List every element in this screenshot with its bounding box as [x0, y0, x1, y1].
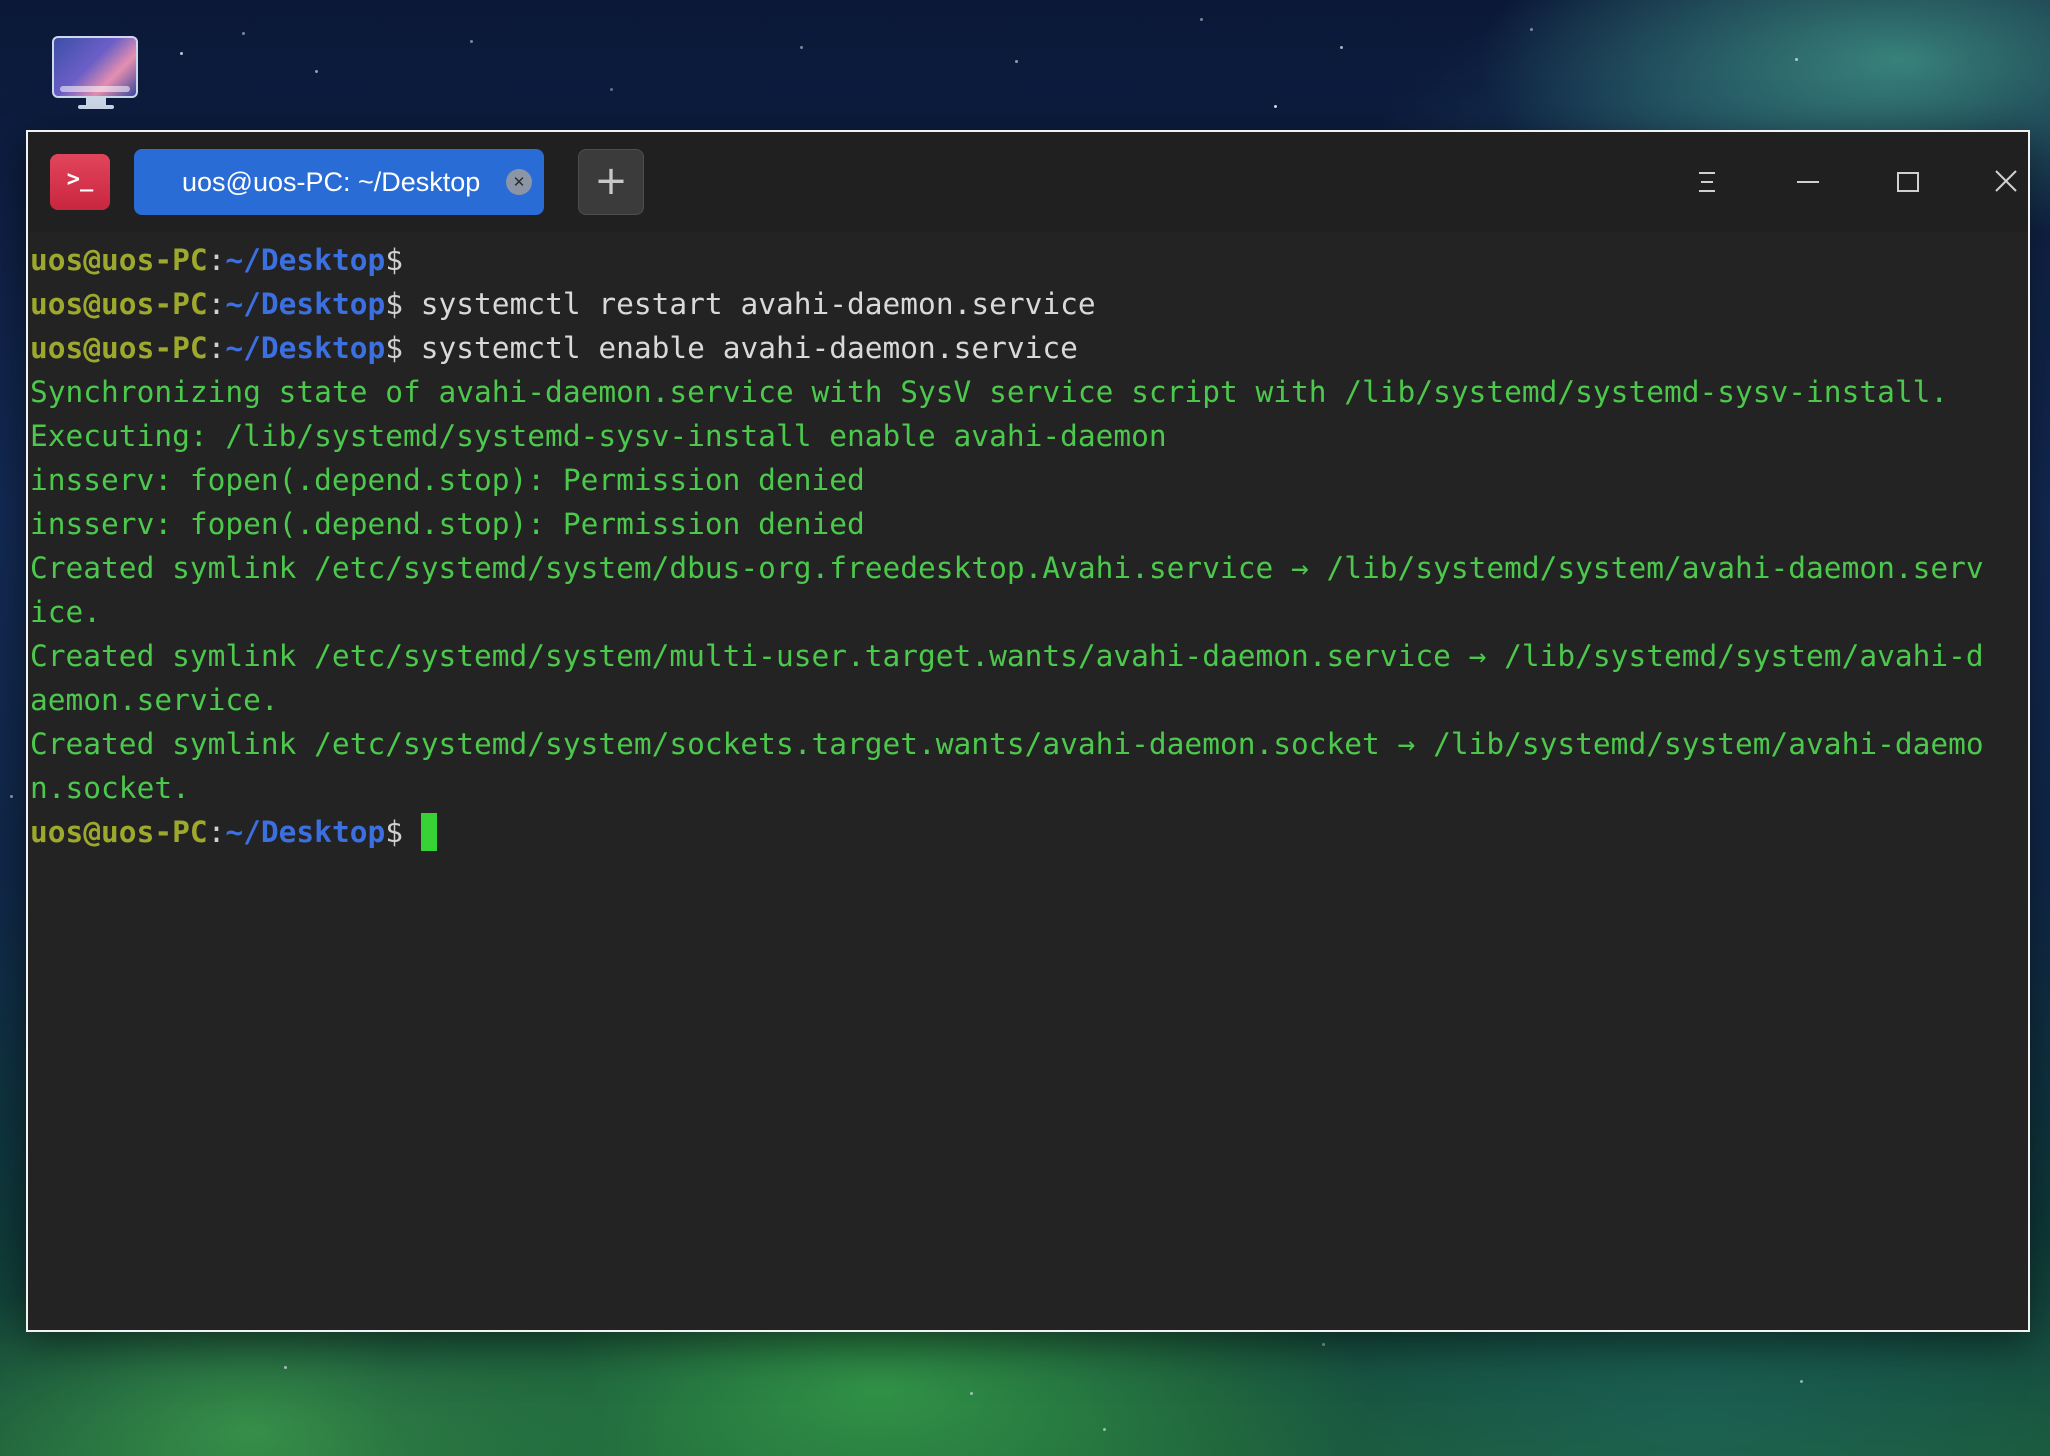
prompt-colon: :	[207, 243, 226, 277]
prompt-dollar: $	[385, 243, 403, 277]
terminal-window: >_ uos@uos-PC: ~/Desktop ✕ + uos@uos-PC:…	[26, 130, 2030, 1332]
tab-close-icon[interactable]: ✕	[506, 169, 532, 195]
output-line: Created symlink /etc/systemd/system/dbus…	[30, 551, 1984, 585]
output-line: aemon.service.	[30, 683, 279, 717]
close-icon	[1995, 170, 2017, 192]
prompt-colon: :	[207, 815, 226, 849]
terminal-icon[interactable]: >_	[50, 154, 110, 210]
menu-icon	[1699, 172, 1715, 192]
titlebar: >_ uos@uos-PC: ~/Desktop ✕ +	[28, 132, 2028, 232]
prompt-user-host: uos@uos-PC	[30, 287, 208, 321]
output-line: ice.	[30, 595, 102, 629]
prompt-line: uos@uos-PC:~/Desktop$ systemctl restart …	[28, 282, 2028, 326]
output-line: Synchronizing state of avahi-daemon.serv…	[30, 375, 1949, 409]
output-line: Created symlink /etc/systemd/system/sock…	[30, 727, 1984, 761]
prompt-dollar: $	[385, 287, 403, 321]
prompt-user-host: uos@uos-PC	[30, 815, 208, 849]
output-line: Executing: /lib/systemd/systemd-sysv-ins…	[30, 419, 1167, 453]
output-line: n.socket.	[30, 771, 190, 805]
tab-label: uos@uos-PC: ~/Desktop	[182, 167, 481, 197]
maximize-icon	[1897, 172, 1919, 192]
prompt-user-host: uos@uos-PC	[30, 243, 208, 277]
output-line: insserv: fopen(.depend.stop): Permission…	[30, 507, 865, 541]
tab-active[interactable]: uos@uos-PC: ~/Desktop ✕	[134, 149, 544, 215]
terminal-output[interactable]: uos@uos-PC:~/Desktop$ uos@uos-PC:~/Deskto…	[28, 232, 2028, 1330]
prompt-user-host: uos@uos-PC	[30, 331, 208, 365]
output-line: insserv: fopen(.depend.stop): Permission…	[30, 463, 865, 497]
minimize-button[interactable]	[1778, 154, 1838, 210]
prompt-path: ~/Desktop	[225, 287, 386, 321]
prompt-line: uos@uos-PC:~/Desktop$	[28, 810, 2028, 854]
prompt-dollar: $	[385, 331, 403, 365]
command-text	[403, 815, 421, 849]
prompt-path: ~/Desktop	[225, 815, 386, 849]
menu-button[interactable]	[1678, 154, 1738, 210]
prompt-line: uos@uos-PC:~/Desktop$ systemctl enable a…	[28, 326, 2028, 370]
prompt-path: ~/Desktop	[225, 331, 386, 365]
minimize-icon	[1797, 181, 1819, 183]
prompt-colon: :	[207, 287, 226, 321]
prompt-path: ~/Desktop	[225, 243, 386, 277]
desktop-computer-icon[interactable]	[52, 36, 140, 110]
output-line: Created symlink /etc/systemd/system/mult…	[30, 639, 1984, 673]
prompt-dollar: $	[385, 815, 403, 849]
new-tab-button[interactable]: +	[578, 149, 644, 215]
command-text: systemctl enable avahi-daemon.service	[403, 331, 1078, 365]
computer-icon	[52, 36, 138, 98]
text-cursor	[420, 812, 437, 851]
close-button[interactable]	[1976, 154, 2036, 210]
command-text: systemctl restart avahi-daemon.service	[403, 287, 1096, 321]
prompt-line: uos@uos-PC:~/Desktop$	[28, 238, 2028, 282]
prompt-colon: :	[207, 331, 226, 365]
maximize-button[interactable]	[1878, 154, 1938, 210]
